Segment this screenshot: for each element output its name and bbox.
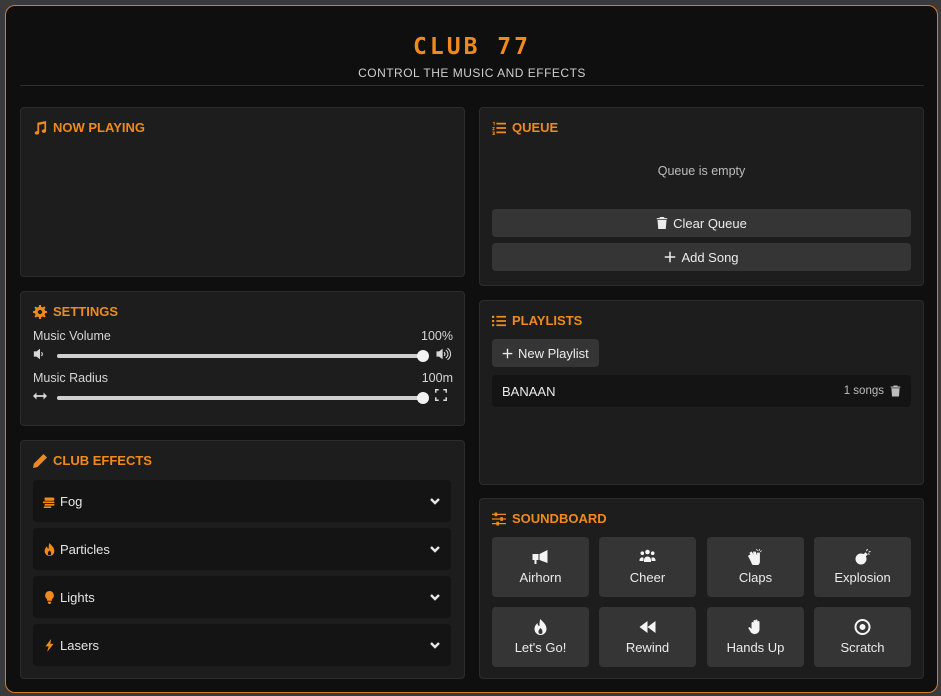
soundboard-claps-button[interactable]: Claps [707,537,804,597]
list-icon [492,315,506,326]
plus-icon [502,348,513,358]
effect-particles[interactable]: Particles [33,528,451,570]
clap-icon [747,549,762,565]
effect-label: Lights [60,589,95,605]
soundboard-label: Claps [738,570,773,585]
playlist-name: BANAAN [502,383,556,399]
music-note-icon [34,120,47,135]
now-playing-panel: NOW PLAYING [20,107,465,277]
page-subtitle: CONTROL THE MUSIC AND EFFECTS [358,66,586,80]
music-radius-fill [57,396,423,400]
queue-heading: QUEUE [492,120,558,135]
music-volume-slider[interactable] [57,350,429,362]
music-radius-thumb[interactable] [417,392,429,404]
trash-icon[interactable] [890,385,901,397]
soundboard-rewind-button[interactable]: Rewind [599,607,696,667]
settings-panel: SETTINGS Music Volume 100% Music Radius … [20,291,465,426]
add-song-button[interactable]: Add Song [492,243,911,271]
playlists-title: PLAYLISTS [512,313,583,328]
volume-low-icon [33,348,43,360]
bulb-icon [45,590,54,604]
soundboard-label: Airhorn [519,570,562,585]
fire-icon [534,619,547,635]
effect-label: Particles [60,541,110,557]
fog-icon [43,496,55,508]
gear-icon [33,304,47,319]
club-control-window: CLUB 77 CONTROL THE MUSIC AND EFFECTS NO… [5,5,938,693]
numbered-list-icon [492,121,506,135]
chevron-down-icon [430,498,440,505]
chevron-down-icon [430,594,440,601]
playlists-panel: PLAYLISTS New Playlist BANAAN 1 songs [479,300,924,485]
effect-label: Lasers [60,637,100,653]
settings-heading: SETTINGS [33,304,118,319]
new-playlist-button[interactable]: New Playlist [492,339,599,367]
music-volume-label: Music Volume [33,329,111,343]
record-icon [854,619,871,635]
chevron-down-icon [430,642,440,649]
club-effects-title: CLUB EFFECTS [53,453,152,468]
club-effects-panel: CLUB EFFECTS Fog Particles Lights Lasers [20,440,465,679]
queue-empty-text: Queue is empty [657,164,746,178]
trash-icon [656,217,668,229]
sliders-icon [492,512,506,525]
playlist-song-count: 1 songs [843,385,884,397]
music-volume-value: 100% [421,329,453,343]
bomb-icon [855,549,871,565]
soundboard-lets-go-button[interactable]: Let's Go! [492,607,589,667]
clear-queue-label: Clear Queue [673,215,747,231]
now-playing-title: NOW PLAYING [53,120,145,135]
effect-lights[interactable]: Lights [33,576,451,618]
music-radius-slider[interactable] [57,392,429,404]
queue-title: QUEUE [512,120,559,135]
playlist-item[interactable]: BANAAN 1 songs [492,375,911,407]
music-radius-label: Music Radius [33,371,109,385]
soundboard-heading: SOUNDBOARD [492,511,607,526]
page-title: CLUB 77 [413,34,531,60]
soundboard-airhorn-button[interactable]: Airhorn [492,537,589,597]
soundboard-hands-up-button[interactable]: Hands Up [707,607,804,667]
soundboard-label: Hands Up [726,640,785,655]
playlists-heading: PLAYLISTS [492,313,582,328]
soundboard-label: Let's Go! [514,640,567,655]
soundboard-explosion-button[interactable]: Explosion [814,537,911,597]
new-playlist-label: New Playlist [518,345,589,361]
settings-title: SETTINGS [53,304,119,319]
soundboard-label: Scratch [840,640,885,655]
soundboard-label: Rewind [625,640,670,655]
arrows-horizontal-icon [33,392,47,400]
hand-icon [748,619,760,635]
music-volume-fill [57,354,423,358]
soundboard-label: Cheer [629,570,666,585]
queue-panel: QUEUE Queue is empty Clear Queue Add Son… [479,107,924,286]
header: CLUB 77 CONTROL THE MUSIC AND EFFECTS [20,6,924,86]
megaphone-icon [532,550,548,564]
club-effects-heading: CLUB EFFECTS [33,453,152,468]
effect-lasers[interactable]: Lasers [33,624,451,666]
plus-icon [665,251,676,263]
bolt-icon [45,638,54,652]
add-song-label: Add Song [681,249,739,265]
soundboard-panel: SOUNDBOARD Airhorn Cheer Claps Explosion… [479,498,924,679]
soundboard-cheer-button[interactable]: Cheer [599,537,696,597]
soundboard-title: SOUNDBOARD [512,511,607,526]
rewind-icon [639,621,656,633]
now-playing-heading: NOW PLAYING [33,120,145,135]
flame-icon [44,542,55,556]
soundboard-scratch-button[interactable]: Scratch [814,607,911,667]
pencil-icon [33,453,47,468]
music-radius-value: 100m [421,371,453,385]
soundboard-label: Explosion [834,570,891,585]
chevron-down-icon [430,546,440,553]
expand-icon [435,389,447,401]
effect-fog[interactable]: Fog [33,480,451,522]
clear-queue-button[interactable]: Clear Queue [492,209,911,237]
volume-high-icon [436,347,452,361]
effect-label: Fog [60,493,83,509]
music-volume-thumb[interactable] [417,350,429,362]
crowd-icon [639,549,656,562]
